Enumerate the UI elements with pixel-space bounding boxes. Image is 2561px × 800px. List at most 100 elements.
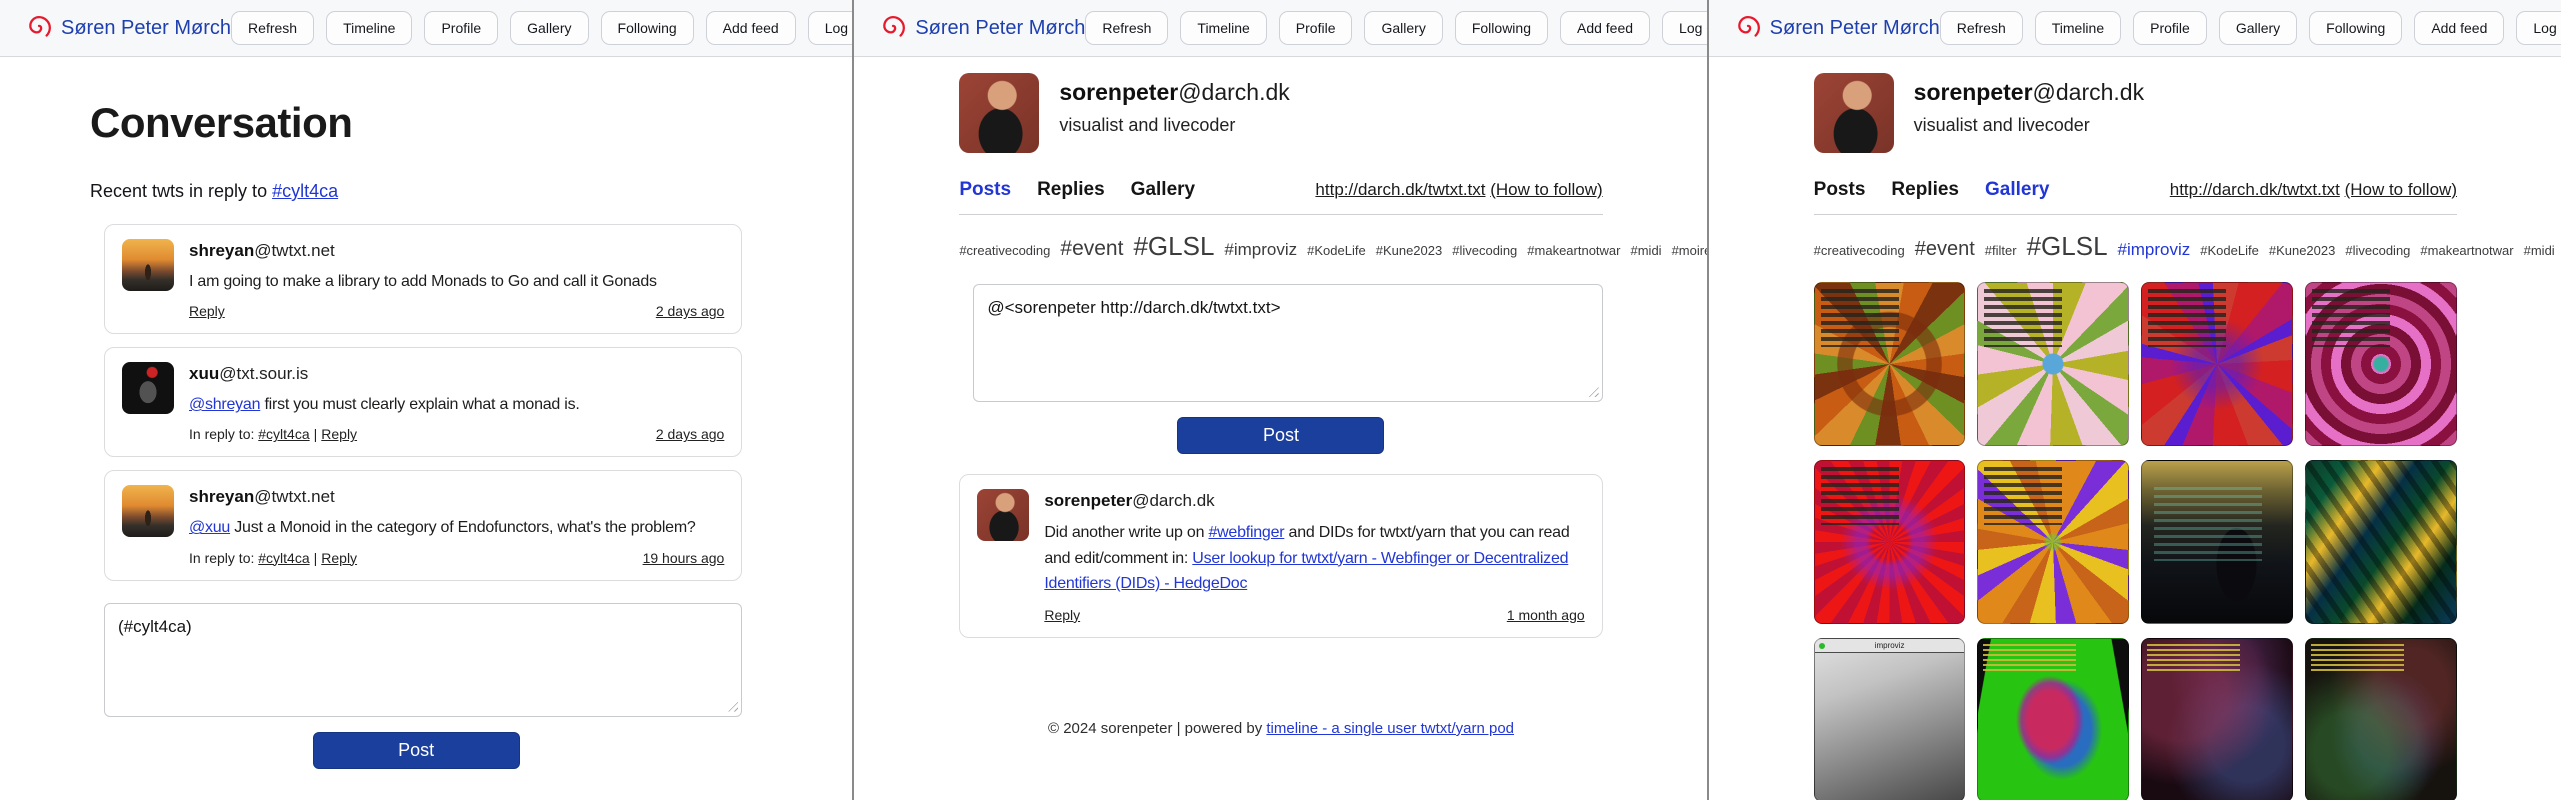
thread-hash-link[interactable]: #cylt4ca <box>258 426 309 442</box>
nav-button-add-feed[interactable]: Add feed <box>1560 11 1650 45</box>
nav-button-following[interactable]: Following <box>1455 11 1548 45</box>
twtxt-feed-link[interactable]: http://darch.dk/twtxt.txt <box>1315 180 1485 199</box>
post-button[interactable]: Post <box>313 732 520 769</box>
gallery-image-wireframe-blob-on-green[interactable] <box>1977 638 2129 800</box>
tab-posts[interactable]: Posts <box>959 179 1011 201</box>
hashtag-GLSL[interactable]: #GLSL <box>1133 231 1214 261</box>
hashtag-livecoding[interactable]: #livecoding <box>2345 243 2410 258</box>
brand[interactable]: Søren Peter Mørch <box>1735 15 1940 41</box>
author-host: @twtxt.net <box>254 487 335 506</box>
nav-button-following[interactable]: Following <box>2309 11 2402 45</box>
gallery-image-grayscale-polygons-improviz-window[interactable]: improviz <box>1814 638 1966 800</box>
author-link[interactable]: shreyan <box>189 241 254 260</box>
hashtag-improviz[interactable]: #improviz <box>1224 240 1297 259</box>
tab-gallery[interactable]: Gallery <box>1985 179 2049 201</box>
hashtag-makeartnotwar[interactable]: #makeartnotwar <box>2420 243 2513 258</box>
hashtag-creativecoding[interactable]: #creativecoding <box>959 243 1050 258</box>
hashtag-KodeLife[interactable]: #KodeLife <box>1307 243 1366 258</box>
browser-pane-profile-posts: Søren Peter Mørch Refresh Timeline Profile… <box>852 0 1706 800</box>
reply-link[interactable]: Reply <box>321 426 357 442</box>
hashtag-improviz[interactable]: #improviz <box>2118 240 2191 259</box>
nav-button-gallery[interactable]: Gallery <box>510 11 588 45</box>
tab-posts[interactable]: Posts <box>1814 179 1866 201</box>
nav-button-refresh[interactable]: Refresh <box>1085 11 1168 45</box>
reply-textarea[interactable]: (#cylt4ca) <box>104 603 742 717</box>
hashtag-Kune2023[interactable]: #Kune2023 <box>1376 243 1443 258</box>
mention-link[interactable]: @shreyan <box>189 396 260 413</box>
gallery-image-radial-red-burst[interactable] <box>1814 460 1966 624</box>
profile-tabs: Posts Replies Gallery http://darch.dk/tw… <box>1814 179 2457 201</box>
hashtag-event[interactable]: #event <box>1915 238 1975 260</box>
nav-button-gallery[interactable]: Gallery <box>2219 11 2297 45</box>
nav-button-following[interactable]: Following <box>601 11 694 45</box>
nav-button-profile[interactable]: Profile <box>2133 11 2207 45</box>
hashtag-filter[interactable]: #filter <box>1985 243 2017 258</box>
timestamp-link[interactable]: 19 hours ago <box>643 550 725 566</box>
thread-hash-link[interactable]: #cylt4ca <box>272 181 338 201</box>
new-twt-textarea[interactable]: @<sorenpeter http://darch.dk/twtxt.txt> <box>973 284 1602 402</box>
hashtag-midi[interactable]: #midi <box>1631 243 1662 258</box>
author-link[interactable]: shreyan <box>189 487 254 506</box>
profile-gallery-main: sorenpeter@darch.dk visualist and liveco… <box>1709 57 2561 800</box>
gallery-image-kaleidoscope-pink-olive[interactable] <box>1977 282 2129 446</box>
page-title: Conversation <box>90 99 742 147</box>
timestamp-link[interactable]: 1 month ago <box>1507 607 1585 623</box>
timestamp-link[interactable]: 2 days ago <box>656 303 725 319</box>
nav-button-refresh[interactable]: Refresh <box>231 11 314 45</box>
tab-replies[interactable]: Replies <box>1037 179 1105 201</box>
hashtag-GLSL[interactable]: #GLSL <box>2027 231 2108 261</box>
gallery-image-kaleidoscope-orange-green[interactable] <box>1814 282 1966 446</box>
nav-button-log-out[interactable]: Log Out <box>808 11 853 45</box>
nav-button-timeline[interactable]: Timeline <box>2035 11 2121 45</box>
nav-button-log-out[interactable]: Log Out <box>1662 11 1707 45</box>
divider <box>959 214 1602 215</box>
reply-link[interactable]: Reply <box>321 550 357 566</box>
gallery-image-noise-field-dark[interactable] <box>2305 638 2457 800</box>
brand[interactable]: Søren Peter Mørch <box>880 15 1085 41</box>
hashtag-KodeLife[interactable]: #KodeLife <box>2200 243 2259 258</box>
gallery-image-kaleidoscope-magenta-rings[interactable] <box>2305 282 2457 446</box>
avatar-sorenpeter <box>1814 73 1894 153</box>
in-reply-label: In reply to: <box>189 550 258 566</box>
hashtag-makeartnotwar[interactable]: #makeartnotwar <box>1527 243 1620 258</box>
nav-button-add-feed[interactable]: Add feed <box>706 11 796 45</box>
nav-button-log-out[interactable]: Log Out <box>2516 11 2561 45</box>
gallery-image-particle-curves-dark[interactable] <box>2141 638 2293 800</box>
timestamp-link[interactable]: 2 days ago <box>656 426 725 442</box>
author-link[interactable]: xuu <box>189 364 219 383</box>
gallery-image-kaleidoscope-red-purple[interactable] <box>2141 282 2293 446</box>
gallery-image-abstract-dark-green-shards[interactable] <box>2305 460 2457 624</box>
hashtag-moire[interactable]: #moire <box>1672 243 1707 258</box>
gallery-image-kaleidoscope-orange-purple-flower[interactable] <box>1977 460 2129 624</box>
tab-gallery[interactable]: Gallery <box>1131 179 1195 201</box>
mention-link[interactable]: @xuu <box>189 519 230 536</box>
brand[interactable]: Søren Peter Mørch <box>26 15 231 41</box>
how-to-follow-link[interactable]: (How to follow) <box>2345 180 2457 199</box>
nav-button-refresh[interactable]: Refresh <box>1940 11 2023 45</box>
thread-hash-link[interactable]: #cylt4ca <box>258 550 309 566</box>
hashtag-webfinger-link[interactable]: #webfinger <box>1208 524 1284 541</box>
author-host: @twtxt.net <box>254 241 335 260</box>
post-button[interactable]: Post <box>1177 417 1384 454</box>
nav-button-profile[interactable]: Profile <box>424 11 498 45</box>
reply-link[interactable]: Reply <box>1044 607 1080 623</box>
gallery-image-livecoding-performance-photo[interactable] <box>2141 460 2293 624</box>
how-to-follow-link[interactable]: (How to follow) <box>1490 180 1602 199</box>
conversation-main: Conversation Recent twts in reply to #cy… <box>0 99 852 769</box>
hashtag-Kune2023[interactable]: #Kune2023 <box>2269 243 2336 258</box>
hashtag-livecoding[interactable]: #livecoding <box>1452 243 1517 258</box>
timeline-pod-link[interactable]: timeline - a single user twtxt/yarn pod <box>1266 720 1514 737</box>
nav-button-add-feed[interactable]: Add feed <box>2414 11 2504 45</box>
reply-link[interactable]: Reply <box>189 303 225 319</box>
nav-button-gallery[interactable]: Gallery <box>1364 11 1442 45</box>
nav-button-profile[interactable]: Profile <box>1279 11 1353 45</box>
hashtag-event[interactable]: #event <box>1060 237 1123 260</box>
nav-button-timeline[interactable]: Timeline <box>1180 11 1266 45</box>
nav-button-timeline[interactable]: Timeline <box>326 11 412 45</box>
hashtag-midi[interactable]: #midi <box>2524 243 2555 258</box>
tab-replies[interactable]: Replies <box>1891 179 1959 201</box>
author-link[interactable]: sorenpeter <box>1044 491 1132 510</box>
twtxt-feed-link[interactable]: http://darch.dk/twtxt.txt <box>2170 180 2340 199</box>
hashtag-creativecoding[interactable]: #creativecoding <box>1814 243 1905 258</box>
feed-links: http://darch.dk/twtxt.txt (How to follow… <box>2170 180 2457 200</box>
